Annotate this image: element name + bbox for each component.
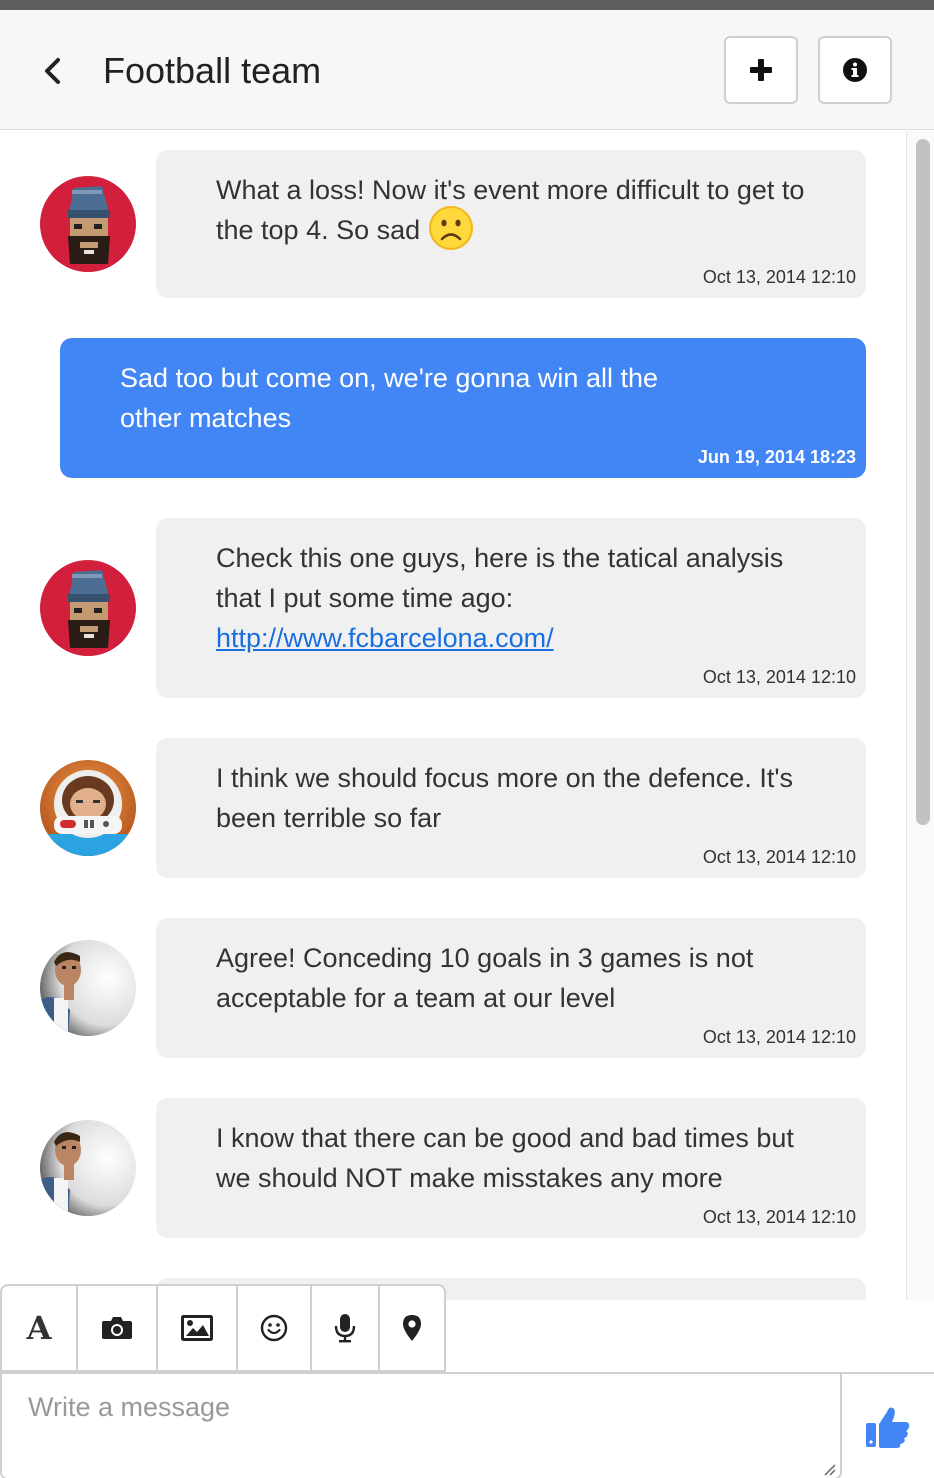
- location-pin-icon: [403, 1315, 421, 1341]
- beanie-man-avatar: [40, 560, 136, 656]
- page-title: Football team: [103, 50, 322, 91]
- message-text: I think we should focus more on the defe…: [216, 763, 793, 833]
- message-text: What a loss! Now it's event more difficu…: [216, 170, 806, 251]
- message-bubble: Agree! Conceding 10 goals in 3 games is …: [156, 918, 866, 1058]
- message-link[interactable]: http://www.fcbarcelona.com/: [216, 623, 554, 653]
- message-timestamp: Oct 13, 2014 12:10: [702, 667, 856, 687]
- chat-header: Football team: [0, 10, 934, 130]
- avatar[interactable]: [40, 1120, 136, 1216]
- sad-face-icon: [429, 205, 474, 250]
- avatar[interactable]: [40, 940, 136, 1036]
- location-button[interactable]: [380, 1286, 444, 1370]
- composer-toolbar: A: [0, 1284, 446, 1372]
- microphone-button[interactable]: [312, 1286, 380, 1370]
- message-text: Check this one guys, here is the tatical…: [216, 543, 784, 653]
- image-icon: [181, 1315, 213, 1341]
- camera-button[interactable]: [78, 1286, 158, 1370]
- beanie-man-avatar: [40, 176, 136, 272]
- chevron-left-icon: [45, 58, 60, 84]
- message-text: Agree! Conceding 10 goals in 3 games is …: [216, 943, 754, 1013]
- plus-icon: [750, 59, 772, 81]
- own-message-bubble: Sad too but come on, we're gonna win all…: [60, 338, 866, 478]
- message-text: Sad too but come on, we're gonna win all…: [120, 363, 658, 433]
- message-bubble: Check this one guys, here is the tatical…: [156, 518, 866, 698]
- message-text: I know that there can be good and bad ti…: [216, 1123, 794, 1193]
- message-timestamp: Oct 13, 2014 12:10: [702, 847, 856, 867]
- avatar[interactable]: [40, 760, 136, 856]
- message-timestamp: Oct 13, 2014 12:10: [702, 267, 856, 287]
- avatar[interactable]: [40, 560, 136, 656]
- resize-handle-icon[interactable]: [822, 1462, 836, 1476]
- font-icon: A: [26, 1309, 52, 1347]
- info-icon: [843, 58, 867, 82]
- composer: [0, 1372, 934, 1478]
- message-bubble: I think we should focus more on the defe…: [156, 738, 866, 878]
- emoji-button[interactable]: [238, 1286, 312, 1370]
- avatar[interactable]: [40, 176, 136, 272]
- message-timestamp: Jun 19, 2014 18:23: [697, 447, 856, 467]
- message-input[interactable]: [0, 1374, 842, 1478]
- message-bubble: I know that there can be good and bad ti…: [156, 1098, 866, 1238]
- thumbs-up-icon: [866, 1407, 910, 1448]
- message-timestamp: Oct 13, 2014 12:10: [702, 1027, 856, 1047]
- young-man-avatar: [40, 940, 136, 1036]
- info-button[interactable]: [818, 36, 892, 104]
- back-button[interactable]: [30, 48, 76, 94]
- send-like-button[interactable]: [842, 1374, 934, 1478]
- young-man-avatar: [40, 1120, 136, 1216]
- message-timestamp: Oct 13, 2014 12:10: [702, 1207, 856, 1227]
- font-button[interactable]: A: [2, 1286, 78, 1370]
- emoji-icon: [260, 1314, 288, 1342]
- camera-icon: [102, 1317, 132, 1339]
- window-top-border: [0, 0, 934, 10]
- scrollbar-thumb[interactable]: [916, 139, 930, 825]
- scrollbar-track[interactable]: [906, 131, 934, 1300]
- astronaut-avatar: [40, 760, 136, 856]
- message-list[interactable]: What a loss! Now it's event more difficu…: [0, 131, 906, 1300]
- add-member-button[interactable]: [724, 36, 798, 104]
- message-bubble: What a loss! Now it's event more difficu…: [156, 150, 866, 298]
- microphone-icon: [334, 1314, 356, 1343]
- image-button[interactable]: [158, 1286, 238, 1370]
